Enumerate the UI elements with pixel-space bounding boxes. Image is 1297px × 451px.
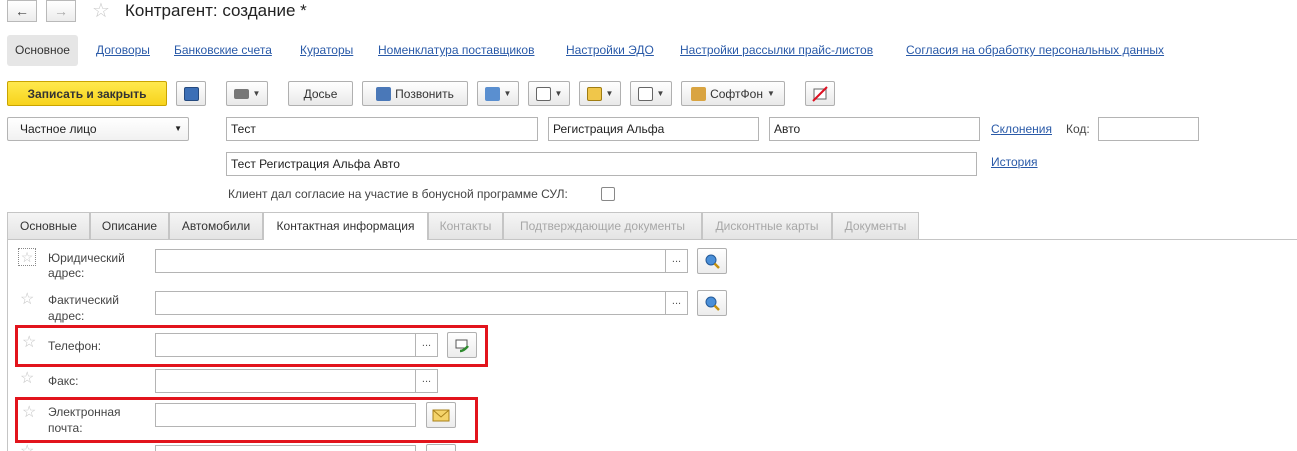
chart-icon xyxy=(637,86,653,101)
fax-select-button[interactable]: ... xyxy=(416,369,438,393)
next-contact-field[interactable] xyxy=(155,445,416,451)
legal-address-label-line2: адрес: xyxy=(48,266,85,280)
bonus-consent-checkbox[interactable] xyxy=(601,187,615,201)
actual-address-label-line1: Фактический xyxy=(48,293,119,307)
section-link-edo-settings[interactable]: Настройки ЭДО xyxy=(566,43,654,57)
section-link-curators[interactable]: Кураторы xyxy=(300,43,353,57)
chevron-down-icon: ▼ xyxy=(503,89,512,98)
page-title: Контрагент: создание * xyxy=(125,1,307,20)
counterparty-kind-select[interactable]: Частное лицо ▼ xyxy=(7,117,189,141)
section-link-pricelist-settings[interactable]: Настройки рассылки прайс-листов xyxy=(680,43,873,57)
tab-confirming-documents[interactable]: Подтверждающие документы xyxy=(503,212,702,239)
report-button[interactable]: ▼ xyxy=(528,81,570,106)
magnifier-globe-icon xyxy=(705,296,720,311)
arrow-right-icon: → xyxy=(54,3,68,19)
favorite-star-icon[interactable]: ☆ xyxy=(92,0,110,22)
star-icon[interactable]: ☆ xyxy=(20,292,34,308)
folder-add-icon xyxy=(586,86,602,101)
fax-label: Факс: xyxy=(48,374,79,388)
forward-button[interactable]: → xyxy=(46,0,76,22)
document-icon xyxy=(535,86,551,101)
save-button[interactable] xyxy=(176,81,206,106)
magnifier-globe-icon xyxy=(705,254,720,269)
chevron-down-icon: ▼ xyxy=(174,124,182,133)
dossier-button[interactable]: Досье xyxy=(288,81,353,106)
section-link-supplier-nomenclature[interactable]: Номенклатура поставщиков xyxy=(378,43,534,57)
chevron-down-icon: ▼ xyxy=(766,89,775,98)
code-label: Код: xyxy=(1066,122,1090,136)
legal-address-search-button[interactable] xyxy=(697,248,727,274)
last-name-field[interactable]: Тест xyxy=(226,117,538,141)
chevron-down-icon: ▼ xyxy=(554,89,563,98)
chevron-down-icon: ▼ xyxy=(656,89,665,98)
star-icon[interactable]: ☆ xyxy=(18,248,36,266)
phone-icon xyxy=(376,86,392,101)
tab-documents[interactable]: Документы xyxy=(832,212,919,239)
back-button[interactable]: ← xyxy=(7,0,37,22)
code-field[interactable] xyxy=(1098,117,1199,141)
charts-button[interactable]: ▼ xyxy=(630,81,672,106)
create-based-on-button[interactable]: ▼ xyxy=(477,81,519,106)
softphone-label: СофтФон xyxy=(710,86,763,101)
save-and-close-button[interactable]: Записать и закрыть xyxy=(7,81,167,106)
print-button[interactable]: ▼ xyxy=(226,81,268,106)
section-main[interactable]: Основное xyxy=(7,35,78,66)
section-link-bank-accounts[interactable]: Банковские счета xyxy=(174,43,272,57)
tab-cars[interactable]: Автомобили xyxy=(169,212,263,239)
full-name-field[interactable]: Тест Регистрация Альфа Авто xyxy=(226,152,977,176)
softphone-button[interactable]: СофтФон ▼ xyxy=(681,81,785,106)
star-icon[interactable]: ☆ xyxy=(20,371,34,387)
softphone-icon xyxy=(691,86,707,101)
email-highlight-frame xyxy=(15,397,478,443)
legal-address-label-line1: Юридический xyxy=(48,251,125,265)
delete-mark-button[interactable] xyxy=(805,81,835,106)
counterparty-kind-value: Частное лицо xyxy=(20,122,97,136)
next-contact-button[interactable] xyxy=(426,444,456,451)
history-link[interactable]: История xyxy=(991,155,1038,169)
actual-address-select-button[interactable]: ... xyxy=(666,291,688,315)
bonus-consent-label: Клиент дал согласие на участие в бонусно… xyxy=(228,187,568,201)
tab-description[interactable]: Описание xyxy=(90,212,169,239)
phone-highlight-frame xyxy=(15,325,488,367)
middle-name-field[interactable]: Авто xyxy=(769,117,980,141)
actual-address-field[interactable] xyxy=(155,291,666,315)
star-icon[interactable]: ☆ xyxy=(20,444,34,451)
call-button[interactable]: Позвонить xyxy=(362,81,468,106)
tab-contacts[interactable]: Контакты xyxy=(428,212,503,239)
chevron-down-icon: ▼ xyxy=(252,89,261,98)
actual-address-label-line2: адрес: xyxy=(48,309,85,323)
attachments-button[interactable]: ▼ xyxy=(579,81,621,106)
section-link-contracts[interactable]: Договоры xyxy=(96,43,150,57)
tab-contact-info[interactable]: Контактная информация xyxy=(263,212,428,240)
arrow-in-icon xyxy=(484,86,500,101)
fax-field[interactable] xyxy=(155,369,416,393)
first-name-field[interactable]: Регистрация Альфа xyxy=(548,117,759,141)
printer-icon xyxy=(233,88,249,99)
legal-address-field[interactable] xyxy=(155,249,666,273)
arrow-left-icon: ← xyxy=(15,3,29,19)
chevron-down-icon: ▼ xyxy=(605,89,614,98)
tab-main[interactable]: Основные xyxy=(7,212,90,239)
call-button-label: Позвонить xyxy=(395,86,454,101)
section-link-personal-data-consents[interactable]: Согласия на обработку персональных данны… xyxy=(906,43,1164,57)
legal-address-select-button[interactable]: ... xyxy=(666,249,688,273)
floppy-disk-icon xyxy=(183,86,199,101)
crossed-out-icon xyxy=(812,85,828,102)
declensions-link[interactable]: Склонения xyxy=(991,122,1052,136)
tab-discount-cards[interactable]: Дисконтные карты xyxy=(702,212,832,239)
actual-address-search-button[interactable] xyxy=(697,290,727,316)
